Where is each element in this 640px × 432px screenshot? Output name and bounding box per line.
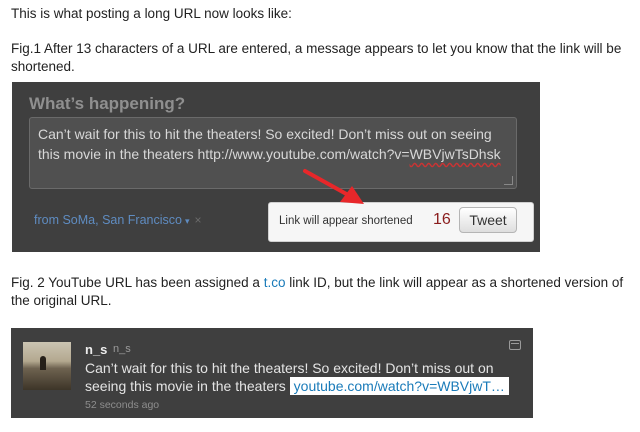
close-icon[interactable]: × bbox=[195, 213, 202, 227]
tweet-card: n_s n_s Can’t wait for this to hit the t… bbox=[11, 328, 533, 418]
figure-1-caption: Fig.1 After 13 characters of a URL are e… bbox=[11, 41, 622, 74]
figure-2-caption-start: Fig. 2 YouTube URL has been assigned a bbox=[11, 275, 264, 290]
tweet-body-line2: seeing this movie in the theaters bbox=[85, 378, 290, 394]
tweet-text-line1: Can’t wait for this to hit the theaters!… bbox=[38, 126, 492, 142]
compose-title: What’s happening? bbox=[29, 94, 186, 113]
character-counter: 16 bbox=[433, 211, 451, 228]
avatar-silhouette bbox=[40, 356, 46, 370]
shortened-link[interactable]: youtube.com/watch?v=WBVjwT… bbox=[289, 377, 509, 395]
tweet-button[interactable]: Tweet bbox=[459, 207, 517, 233]
user-handle: n_s bbox=[113, 343, 131, 355]
location-selector[interactable]: from SoMa, San Francisco ▾ × bbox=[34, 213, 202, 227]
chevron-down-icon[interactable]: ▾ bbox=[185, 216, 190, 226]
screen-name[interactable]: n_s bbox=[85, 342, 107, 357]
tweet-toolbar: Link will appear shortened 16 Tweet bbox=[268, 202, 534, 242]
tweet-body: Can’t wait for this to hit the theaters!… bbox=[85, 359, 525, 395]
misspelled-url-fragment: WBVjwTsDhsk bbox=[409, 146, 501, 162]
compose-box: What’s happening? Can’t wait for this to… bbox=[12, 82, 540, 252]
resize-grip-icon[interactable] bbox=[504, 176, 513, 185]
tco-link[interactable]: t.co bbox=[264, 275, 286, 290]
location-label[interactable]: from SoMa, San Francisco bbox=[34, 213, 182, 227]
tweet-textarea[interactable]: Can’t wait for this to hit the theaters!… bbox=[29, 117, 517, 189]
tweet-text-line2: this movie in the theaters http://www.yo… bbox=[38, 146, 410, 162]
message-icon[interactable] bbox=[509, 340, 521, 350]
intro-text: This is what posting a long URL now look… bbox=[11, 6, 292, 21]
tweet-body-line1: Can’t wait for this to hit the theaters!… bbox=[85, 360, 494, 376]
arrow-shaft bbox=[303, 169, 352, 198]
link-shortened-notice: Link will appear shortened bbox=[279, 215, 413, 227]
red-arrow-icon bbox=[303, 169, 364, 204]
avatar[interactable] bbox=[23, 342, 71, 390]
arrow-head bbox=[340, 186, 364, 204]
figure-2-caption: Fig. 2 YouTube URL has been assigned a t… bbox=[11, 274, 635, 310]
timestamp[interactable]: 52 seconds ago bbox=[85, 399, 159, 411]
